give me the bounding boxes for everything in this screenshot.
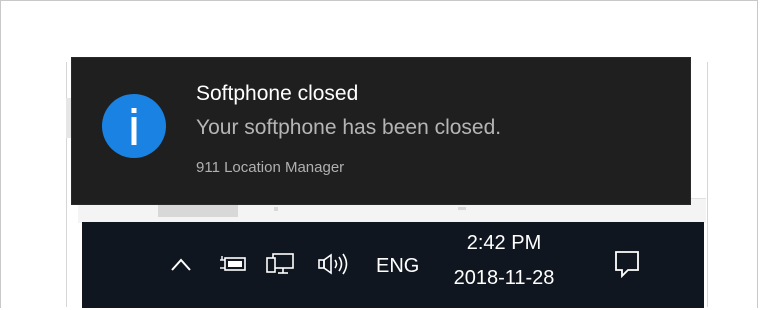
info-icon: [102, 94, 166, 158]
background-toolbar-item: [458, 207, 466, 210]
toast-message: Your softphone has been closed.: [196, 116, 502, 139]
power-icon[interactable]: [219, 254, 247, 274]
volume-icon[interactable]: [317, 253, 353, 275]
clock[interactable]: 2:42 PM 2018-11-28: [434, 232, 574, 290]
action-center-icon[interactable]: [614, 250, 640, 278]
network-icon[interactable]: [265, 252, 295, 276]
toast-app-name: 911 Location Manager: [196, 159, 345, 176]
taskbar: ENG 2:42 PM 2018-11-28: [82, 222, 704, 308]
toast-title: Softphone closed: [196, 82, 359, 105]
clock-date: 2018-11-28: [453, 267, 555, 289]
toast-notification[interactable]: Softphone closed Your softphone has been…: [72, 58, 690, 204]
background-toolbar-item: [274, 207, 278, 211]
chevron-up-icon[interactable]: [170, 256, 192, 272]
language-indicator[interactable]: ENG: [376, 255, 419, 278]
clock-time: 2:42 PM: [466, 232, 542, 254]
background-toolbar-item: [158, 203, 238, 217]
